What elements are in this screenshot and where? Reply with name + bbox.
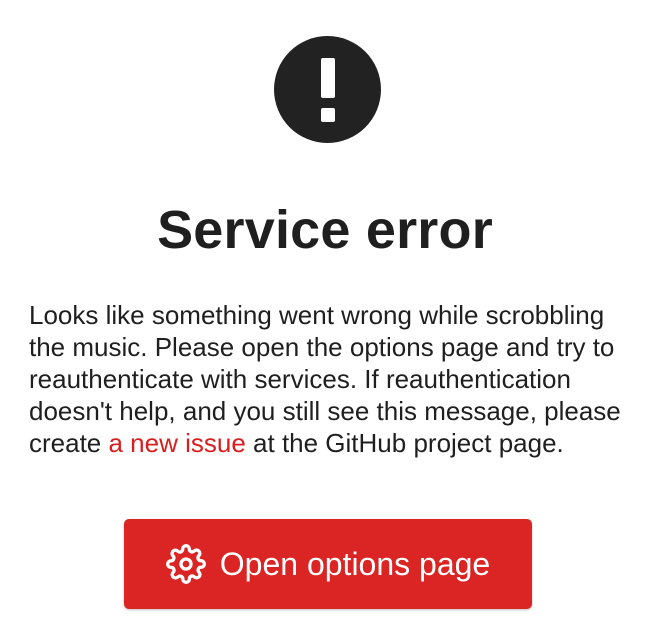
gear-icon bbox=[165, 544, 206, 584]
new-issue-link[interactable]: a new issue bbox=[109, 428, 246, 458]
exclamation-icon bbox=[274, 36, 381, 143]
open-options-button[interactable]: Open options page bbox=[124, 519, 532, 609]
message-text-after-link: at the GitHub project page. bbox=[245, 428, 564, 458]
open-options-button-label: Open options page bbox=[219, 545, 491, 582]
page-title: Service error bbox=[157, 200, 493, 260]
error-message: Looks like something went wrong while sc… bbox=[29, 299, 629, 459]
